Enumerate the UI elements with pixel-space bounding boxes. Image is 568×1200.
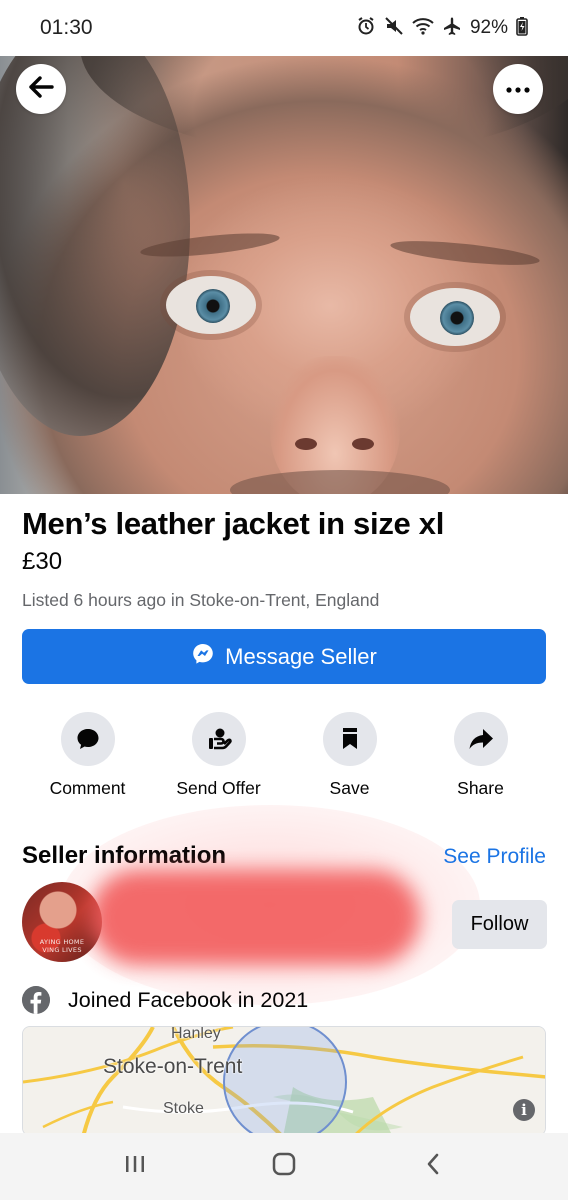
action-row: Comment Send Offer Save Share [22,712,546,802]
map-label-city: Stoke-on-Trent [103,1055,243,1078]
message-seller-button[interactable]: Message Seller [22,629,546,684]
system-nav-bar [0,1133,568,1200]
photo-eyebrow-right [389,236,541,270]
status-bar: 01:30 92% [0,0,568,56]
avatar-caption: AYING HOME VING LIVES [39,938,85,954]
home-icon [271,1152,297,1181]
map-label-stoke: Stoke [163,1100,204,1117]
listing-photo[interactable] [0,56,568,494]
photo-eye-left [166,276,256,334]
wifi-icon [412,17,434,40]
comment-action[interactable]: Comment [22,712,153,799]
photo-eye-right [410,288,500,346]
joined-facebook-row: Joined Facebook in 2021 [22,986,308,1014]
status-time: 01:30 [40,16,93,39]
redacted-seller-name [90,870,420,965]
photo-nostril-right [352,438,374,450]
send-offer-action[interactable]: Send Offer [153,712,284,799]
send-offer-label: Send Offer [176,778,261,798]
info-icon[interactable]: i [513,1099,535,1121]
more-options-button[interactable] [493,64,543,114]
listing-meta: Listed 6 hours ago in Stoke-on-Trent, En… [22,590,380,610]
location-map[interactable]: Hanley Stoke-on-Trent Stoke i [22,1026,546,1136]
mute-icon [384,16,404,41]
messenger-icon [191,642,215,672]
battery-icon [516,16,528,41]
map-roads [23,1027,545,1135]
seller-info-heading: Seller information [22,842,227,869]
message-seller-label: Message Seller [225,643,377,669]
home-button[interactable] [254,1147,314,1187]
airplane-icon [442,16,462,41]
comment-label: Comment [49,778,126,798]
send-offer-icon [191,712,246,766]
chevron-left-icon [425,1152,441,1181]
battery-percent: 92% [469,17,508,38]
joined-text: Joined Facebook in 2021 [68,987,309,1012]
listing-price: £30 [22,548,63,575]
listing-title: Men’s leather jacket in size xl [22,506,445,541]
recent-apps-icon [123,1154,147,1179]
status-icons: 92% [356,16,528,41]
comment-icon [60,712,115,766]
follow-button[interactable]: Follow [452,900,547,949]
recent-apps-button[interactable] [105,1147,165,1187]
photo-nostril-left [295,438,317,450]
save-action[interactable]: Save [284,712,415,799]
share-label: Share [457,778,504,798]
system-back-button[interactable] [403,1147,463,1187]
alarm-icon [356,16,376,41]
map-label-hanley: Hanley [171,1026,221,1042]
see-profile-link[interactable]: See Profile [443,845,546,869]
save-label: Save [329,778,370,798]
more-dots-icon [506,80,530,98]
back-button[interactable] [16,64,66,114]
share-icon [453,712,508,766]
arrow-left-icon [28,75,54,103]
share-action[interactable]: Share [415,712,546,799]
facebook-icon [22,986,50,1014]
bookmark-icon [322,712,377,766]
